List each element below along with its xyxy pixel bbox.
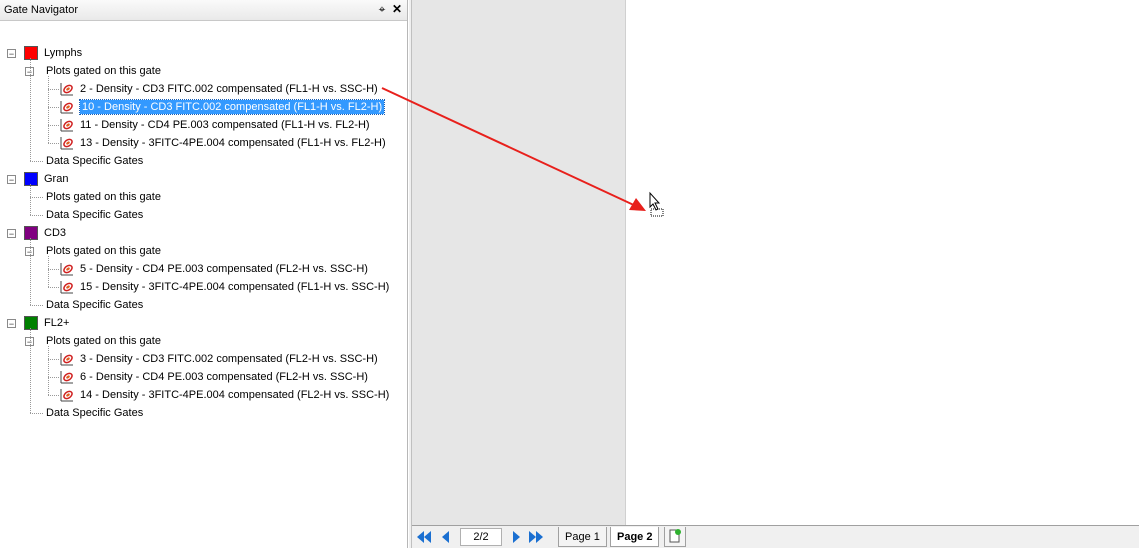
- gate-label: FL2+: [44, 317, 70, 330]
- tab-page-2[interactable]: Page 2: [610, 527, 660, 547]
- plot-label: 15 - Density - 3FITC-4PE.004 compensated…: [80, 281, 390, 294]
- data-specific-label: Data Specific Gates: [46, 407, 144, 420]
- plot-item[interactable]: 2 - Density - CD3 FITC.002 compensated (…: [60, 80, 378, 98]
- data-specific-gates[interactable]: Data Specific Gates: [46, 152, 143, 170]
- density-plot-icon: [60, 281, 73, 294]
- plot-item[interactable]: 13 - Density - 3FITC-4PE.004 compensated…: [60, 134, 386, 152]
- gate-color-swatch: [24, 46, 38, 61]
- page-navigator-bar: 2/2 Page 1 Page 2: [412, 525, 1139, 548]
- gate-expander[interactable]: −: [7, 229, 16, 239]
- data-specific-gates[interactable]: Data Specific Gates: [46, 296, 143, 314]
- gate-color-swatch: [24, 226, 38, 241]
- tree-connector: [48, 269, 59, 270]
- plot-item[interactable]: 15 - Density - 3FITC-4PE.004 compensated…: [60, 278, 389, 296]
- gate-label: CD3: [44, 227, 67, 240]
- tree-connector: [30, 58, 31, 161]
- data-specific-gates[interactable]: Data Specific Gates: [46, 404, 143, 422]
- page-number-field[interactable]: 2/2: [460, 528, 502, 546]
- panel-header: Gate Navigator ⌖ ✕: [0, 0, 407, 21]
- tree-connector: [30, 305, 43, 306]
- data-specific-label: Data Specific Gates: [46, 155, 144, 168]
- plot-label: 11 - Density - CD4 PE.003 compensated (F…: [80, 119, 370, 132]
- first-page-icon[interactable]: [416, 529, 432, 545]
- plot-label: 6 - Density - CD4 PE.003 compensated (FL…: [80, 371, 368, 384]
- plots-gated-row[interactable]: Plots gated on this gate: [46, 242, 161, 260]
- plots-gated-label: Plots gated on this gate: [46, 191, 161, 204]
- layout-area: [412, 0, 1139, 525]
- density-plot-icon: [60, 353, 73, 366]
- tree-connector: [48, 107, 59, 108]
- density-plot-icon: [60, 371, 73, 384]
- plot-label: 2 - Density - CD3 FITC.002 compensated (…: [80, 83, 378, 96]
- tree-connector: [30, 197, 43, 198]
- tab-page-1[interactable]: Page 1: [558, 527, 607, 547]
- plot-label: 10 - Density - CD3 FITC.002 compensated …: [78, 99, 386, 116]
- gate-expander[interactable]: −: [7, 175, 16, 185]
- density-plot-icon: [60, 83, 73, 96]
- new-page-icon: [669, 529, 681, 543]
- plot-label: 5 - Density - CD4 PE.003 compensated (FL…: [80, 263, 368, 276]
- gate-color-swatch: [24, 316, 38, 331]
- plot-item[interactable]: 3 - Density - CD3 FITC.002 compensated (…: [60, 350, 378, 368]
- prev-page-icon[interactable]: [438, 529, 454, 545]
- tree-connector: [48, 89, 59, 90]
- tree-connector: [30, 184, 31, 215]
- gate-expander[interactable]: −: [7, 319, 16, 329]
- tree-connector: [48, 125, 59, 126]
- tree-connector: [30, 215, 43, 216]
- new-page-button[interactable]: [664, 527, 686, 547]
- panel-title: Gate Navigator: [4, 4, 78, 16]
- plot-item[interactable]: 14 - Density - 3FITC-4PE.004 compensated…: [60, 386, 389, 404]
- data-specific-gates[interactable]: Data Specific Gates: [46, 206, 143, 224]
- gate-row[interactable]: Lymphs: [24, 44, 82, 62]
- close-icon[interactable]: ✕: [390, 2, 404, 16]
- density-plot-icon: [60, 389, 73, 402]
- density-plot-icon: [60, 101, 73, 114]
- density-plot-icon: [60, 119, 73, 132]
- plot-label: 14 - Density - 3FITC-4PE.004 compensated…: [80, 389, 390, 402]
- gate-color-swatch: [24, 172, 38, 187]
- tree-connector: [30, 161, 43, 162]
- density-plot-icon: [60, 137, 73, 150]
- tree-connector: [48, 346, 49, 395]
- tree-connector: [48, 395, 59, 396]
- tree-connector: [30, 413, 43, 414]
- tree-connector: [48, 143, 59, 144]
- plots-gated-row[interactable]: Plots gated on this gate: [46, 62, 161, 80]
- plot-item[interactable]: 5 - Density - CD4 PE.003 compensated (FL…: [60, 260, 368, 278]
- tree-connector: [30, 238, 31, 305]
- page-canvas[interactable]: [625, 0, 1139, 525]
- plots-gated-row[interactable]: Plots gated on this gate: [46, 332, 161, 350]
- data-specific-label: Data Specific Gates: [46, 209, 144, 222]
- plot-item[interactable]: 10 - Density - CD3 FITC.002 compensated …: [60, 98, 386, 116]
- tree-connector: [48, 256, 49, 287]
- pin-icon[interactable]: ⌖: [375, 2, 389, 16]
- gate-navigator-panel: Gate Navigator ⌖ ✕ − Lymphs Plots gated on…: [0, 0, 408, 548]
- next-page-icon[interactable]: [508, 529, 524, 545]
- plot-label: 13 - Density - 3FITC-4PE.004 compensated…: [80, 137, 386, 150]
- tree-connector: [48, 287, 59, 288]
- gate-label: Lymphs: [44, 47, 83, 60]
- plots-gated-row[interactable]: Plots gated on this gate: [46, 188, 161, 206]
- tree-connector: [48, 359, 59, 360]
- plot-item[interactable]: 11 - Density - CD4 PE.003 compensated (F…: [60, 116, 370, 134]
- plots-gated-label: Plots gated on this gate: [46, 245, 161, 258]
- plots-gated-label: Plots gated on this gate: [46, 335, 161, 348]
- last-page-icon[interactable]: [528, 529, 544, 545]
- tree-connector: [48, 76, 49, 143]
- plot-label: 3 - Density - CD3 FITC.002 compensated (…: [80, 353, 378, 366]
- gate-label: Gran: [44, 173, 69, 186]
- plots-gated-label: Plots gated on this gate: [46, 65, 161, 78]
- tree-connector: [30, 328, 31, 413]
- tree-connector: [48, 377, 59, 378]
- density-plot-icon: [60, 263, 73, 276]
- plot-item[interactable]: 6 - Density - CD4 PE.003 compensated (FL…: [60, 368, 368, 386]
- data-specific-label: Data Specific Gates: [46, 299, 144, 312]
- gate-expander[interactable]: −: [7, 49, 16, 59]
